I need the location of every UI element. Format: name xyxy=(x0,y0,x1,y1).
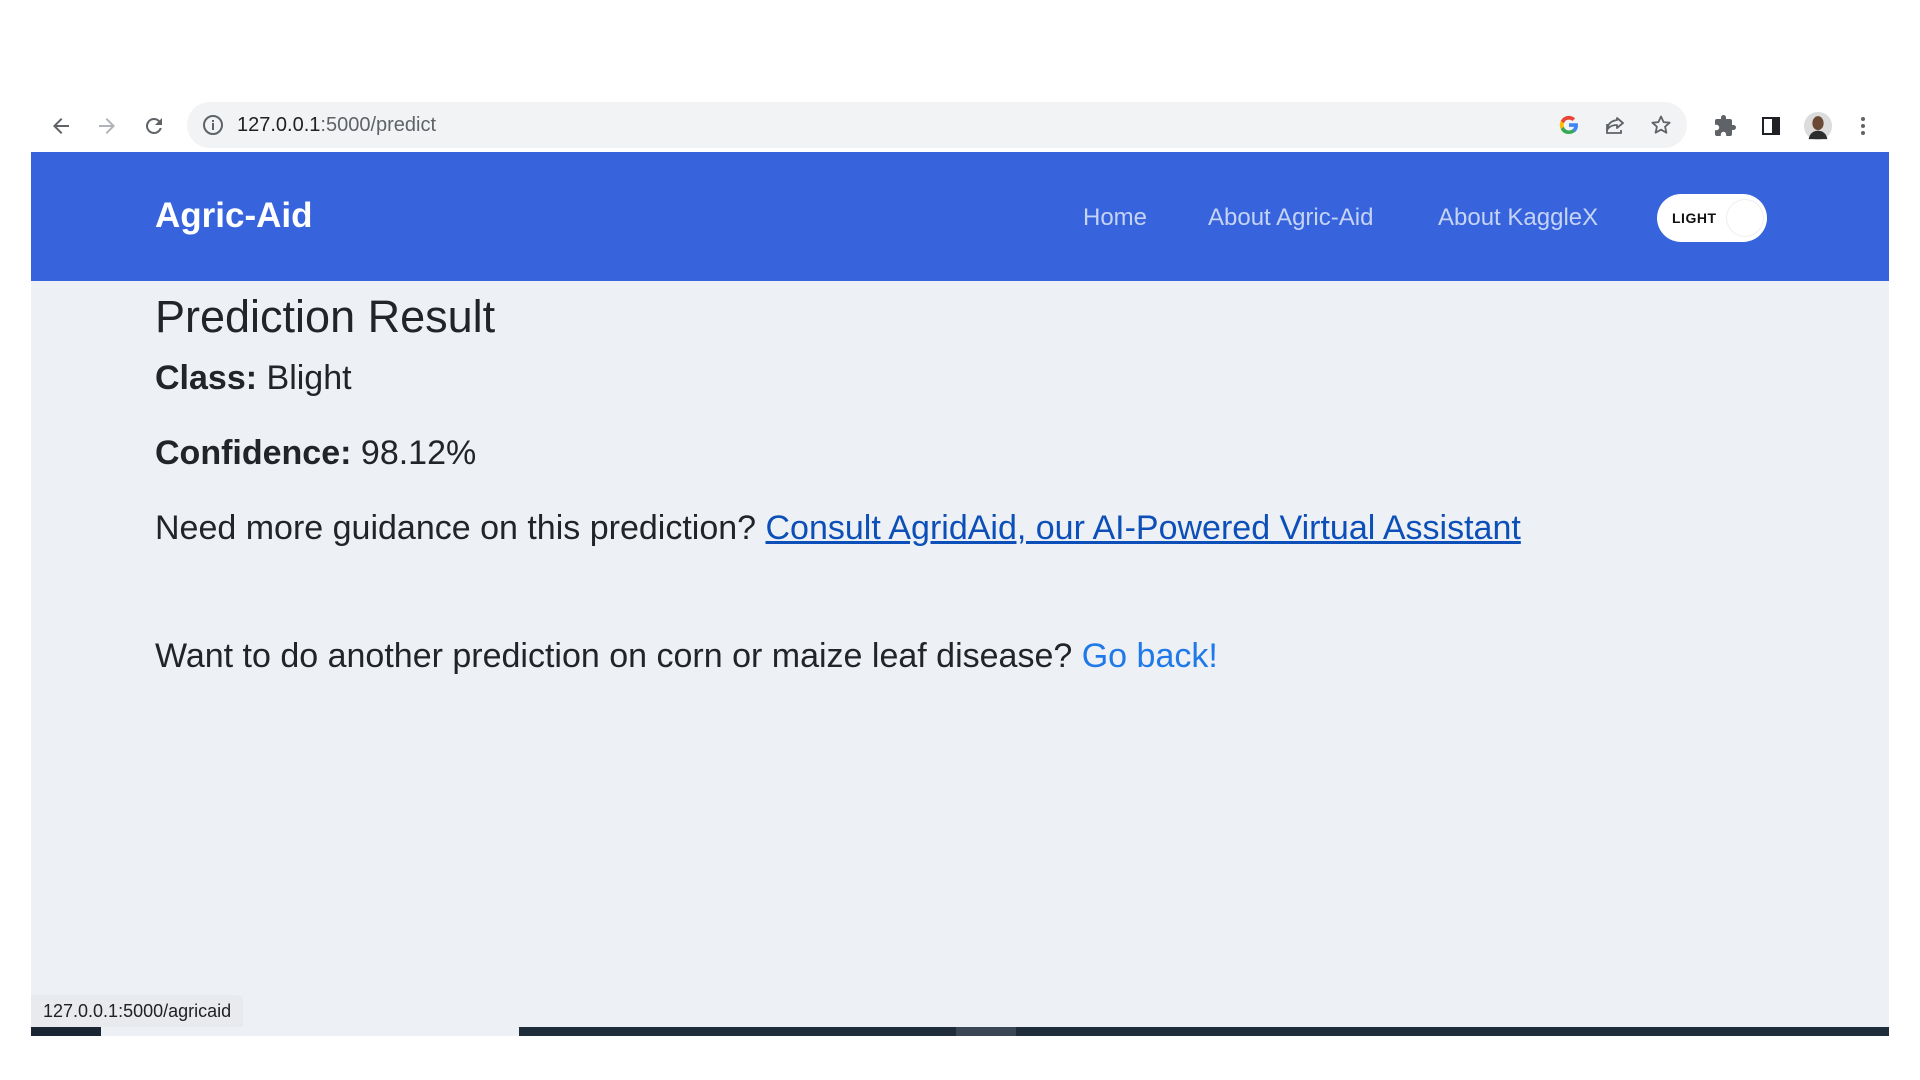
confidence-value: 98.12% xyxy=(360,434,477,472)
site-navbar: Agric-Aid Home About Agric-Aid About Kag… xyxy=(31,152,1889,281)
brand-logo-link[interactable]: Agric-Aid xyxy=(155,196,313,236)
google-g-icon[interactable] xyxy=(1557,113,1581,137)
screen: 127.0.0.1:5000/predict Agric-Aid Home Ab… xyxy=(0,0,1920,1080)
arrow-right-icon xyxy=(99,118,115,134)
url-text[interactable]: 127.0.0.1:5000/predict xyxy=(237,114,436,137)
kebab-menu-icon xyxy=(1861,117,1865,135)
url-path: :5000/predict xyxy=(320,114,437,136)
page-viewport: Agric-Aid Home About Agric-Aid About Kag… xyxy=(31,152,1889,1036)
theme-toggle[interactable]: LIGHT xyxy=(1657,194,1767,242)
taskbar-strip xyxy=(31,1027,1889,1036)
taskbar-segment xyxy=(31,1027,101,1036)
taskbar-segment xyxy=(101,1027,519,1036)
nav-link-home[interactable]: Home xyxy=(1083,204,1147,232)
confidence-label: Confidence: xyxy=(155,434,352,472)
class-value: Blight xyxy=(266,359,352,397)
reload-icon xyxy=(146,118,162,134)
info-icon[interactable] xyxy=(201,113,225,137)
forward-button[interactable] xyxy=(87,106,127,146)
goback-line: Want to do another prediction on corn or… xyxy=(155,637,1218,676)
class-line: Class: Blight xyxy=(155,359,352,398)
url-host: 127.0.0.1 xyxy=(237,114,321,136)
profile-button[interactable] xyxy=(1798,106,1838,146)
browser-menu-button[interactable] xyxy=(1843,106,1883,146)
taskbar-segment xyxy=(956,1027,1016,1036)
back-button[interactable] xyxy=(41,106,81,146)
go-back-link[interactable]: Go back! xyxy=(1082,637,1218,675)
arrow-left-icon xyxy=(53,118,69,134)
consult-assistant-link[interactable]: Consult AgridAid, our AI-Powered Virtual… xyxy=(766,509,1521,547)
status-bubble-url: 127.0.0.1:5000/agricaid xyxy=(31,995,244,1027)
extensions-button[interactable] xyxy=(1705,106,1745,146)
address-bar[interactable]: 127.0.0.1:5000/predict xyxy=(187,102,1687,148)
side-panel-icon xyxy=(1762,117,1780,135)
goback-text: Want to do another prediction on corn or… xyxy=(155,637,1073,675)
guidance-text: Need more guidance on this prediction? xyxy=(155,509,757,547)
guidance-line: Need more guidance on this prediction? C… xyxy=(155,509,1521,548)
theme-toggle-knob xyxy=(1727,200,1763,236)
class-label: Class: xyxy=(155,359,258,397)
share-icon[interactable] xyxy=(1603,113,1627,137)
theme-toggle-label: LIGHT xyxy=(1672,210,1717,226)
profile-avatar xyxy=(1803,111,1833,141)
reload-button[interactable] xyxy=(134,106,174,146)
nav-link-about-agric-aid[interactable]: About Agric-Aid xyxy=(1208,204,1373,232)
puzzle-icon xyxy=(1715,115,1736,136)
page-title: Prediction Result xyxy=(155,291,496,342)
nav-link-about-kagglex[interactable]: About KaggleX xyxy=(1438,204,1598,232)
side-panel-button[interactable] xyxy=(1751,106,1791,146)
confidence-line: Confidence: 98.12% xyxy=(155,434,476,473)
star-icon[interactable] xyxy=(1649,113,1673,137)
browser-toolbar: 127.0.0.1:5000/predict xyxy=(31,100,1889,152)
